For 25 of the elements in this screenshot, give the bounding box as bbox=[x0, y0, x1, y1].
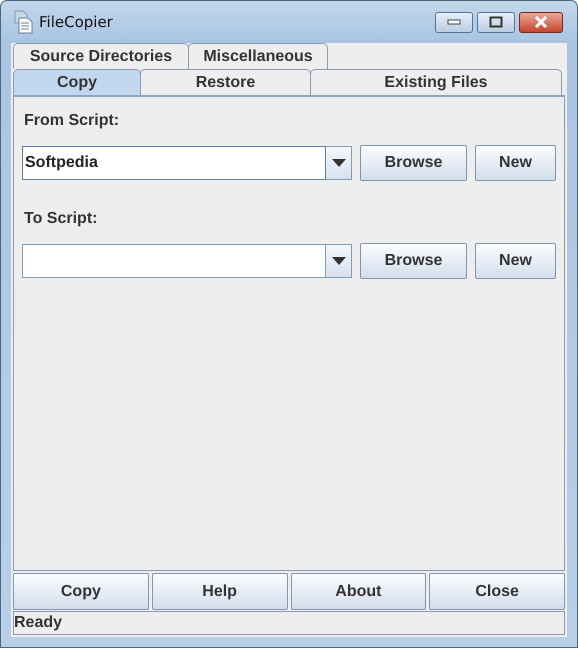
status-bar: Ready bbox=[13, 611, 565, 635]
close-button[interactable] bbox=[519, 12, 563, 32]
minimize-button[interactable] bbox=[435, 12, 473, 32]
close-icon bbox=[534, 16, 548, 28]
document-icon bbox=[13, 10, 33, 34]
tab[interactable]: Copy bbox=[13, 69, 141, 95]
combo-box-field[interactable] bbox=[22, 244, 326, 278]
action-button[interactable]: Help bbox=[152, 573, 288, 610]
field-label: From Script: bbox=[24, 111, 120, 131]
tab[interactable]: Miscellaneous bbox=[188, 43, 328, 69]
maximize-button[interactable] bbox=[477, 12, 515, 32]
tab[interactable]: Existing Files bbox=[310, 69, 562, 95]
maximize-icon bbox=[489, 16, 503, 28]
minimize-icon bbox=[447, 19, 461, 25]
field-label: To Script: bbox=[24, 209, 98, 229]
window-title: FileCopier bbox=[39, 12, 113, 33]
action-button[interactable]: Copy bbox=[13, 573, 149, 610]
new-button[interactable]: New bbox=[475, 145, 556, 181]
action-button[interactable]: Close bbox=[429, 573, 565, 610]
action-button[interactable]: About bbox=[290, 573, 426, 610]
combo-box-field[interactable]: Softpedia bbox=[22, 146, 326, 180]
tab[interactable]: Source Directories bbox=[13, 43, 189, 69]
new-button[interactable]: New bbox=[475, 243, 556, 279]
browse-button[interactable]: Browse bbox=[360, 145, 467, 181]
browse-button[interactable]: Browse bbox=[360, 243, 467, 279]
